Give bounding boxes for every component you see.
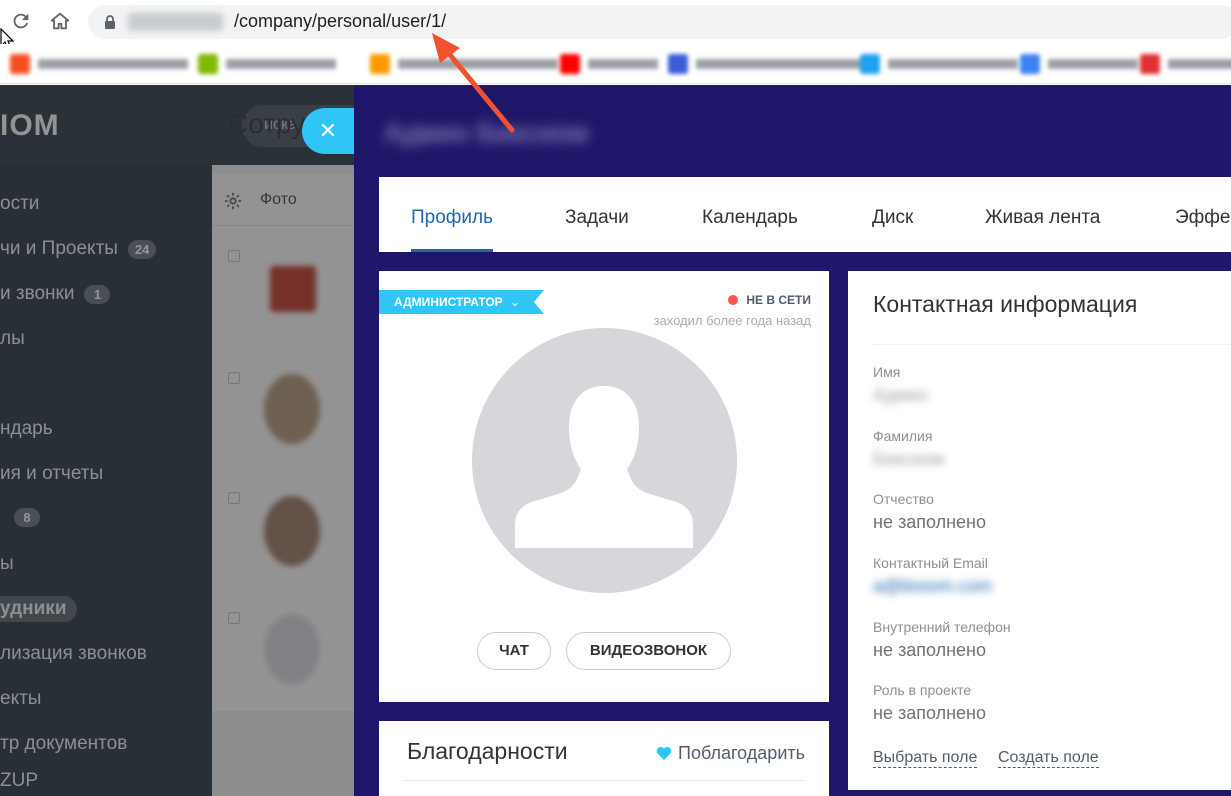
bookmark-label: Amazon Web Servic... — [398, 59, 558, 69]
bookmark-label: Bitrix24... — [1168, 59, 1231, 69]
divider — [404, 780, 804, 781]
url-host-blurred — [128, 13, 223, 31]
profile-tabs: Профиль Задачи Календарь Диск Живая лента Эфф… — [379, 177, 1231, 252]
create-field-link[interactable]: Создать поле — [998, 749, 1099, 768]
bookmark-favicon-icon — [860, 54, 880, 74]
contact-info-title: Контактная информация — [873, 291, 1138, 317]
contact-email-link[interactable]: a@bixiom.com — [873, 576, 992, 597]
close-slider-button[interactable]: ✕ — [302, 108, 354, 154]
bookmark-favicon-icon — [10, 54, 30, 74]
bookmark-label: YouTube — [588, 59, 658, 69]
thank-button-label: Поблагодарить — [678, 743, 805, 763]
contact-field-label: Роль в проекте — [873, 682, 972, 698]
bookmark-favicon-icon — [1020, 54, 1040, 74]
bookmarks-bar: Главная - Microsoft... Azure Cloud Shell A… — [0, 44, 1231, 84]
home-icon[interactable] — [49, 10, 71, 32]
bookmark-label: Bitrix24 — [1048, 59, 1138, 69]
divider — [873, 344, 1231, 345]
contact-field-value: Админ — [873, 385, 928, 405]
chat-button[interactable]: ЧАТ — [477, 632, 551, 670]
bookmark-item[interactable]: Freelance... — [668, 54, 866, 74]
chevron-down-icon: ⌄ — [510, 295, 521, 309]
profile-slider: Админ Биксиом Профиль Задачи Календарь Диск… — [354, 85, 1231, 796]
heart-icon — [656, 746, 672, 760]
status-dot-icon — [728, 295, 739, 305]
thank-button[interactable]: Поблагодарить — [656, 743, 805, 764]
contact-field-label: Отчество — [873, 491, 934, 507]
bookmark-item[interactable]: Live Stream... — [860, 54, 1018, 74]
contact-field-label: Контактный Email — [873, 555, 988, 571]
tab-3[interactable]: Диск — [872, 177, 913, 252]
tab-0[interactable]: Профиль — [411, 177, 494, 252]
bookmark-label: Live Stream... — [888, 59, 1018, 69]
thanks-title: Благодарности — [407, 738, 568, 764]
browser-address-bar: /company/personal/user/1/ — [0, 0, 1231, 50]
bookmark-label: Главная - Microsoft... — [38, 59, 188, 69]
profile-card: АДМИНИСТРАТОР ⌄ НЕ В СЕТИ заходил более … — [379, 271, 829, 702]
url-path: /company/personal/user/1/ — [234, 11, 447, 31]
contact-field-value: не заполнено — [873, 703, 986, 723]
tab-4[interactable]: Живая лента — [985, 177, 1100, 252]
avatar[interactable] — [472, 328, 737, 593]
contact-field-label: Имя — [873, 364, 901, 380]
bookmark-favicon-icon — [370, 54, 390, 74]
close-icon: ✕ — [318, 118, 338, 143]
bookmark-favicon-icon — [198, 54, 218, 74]
tab-5[interactable]: Эффе — [1175, 177, 1231, 252]
bookmark-item[interactable]: Azure Cloud Shell — [198, 54, 336, 74]
online-status: НЕ В СЕТИ — [728, 293, 811, 307]
role-label: АДМИНИСТРАТОР — [394, 295, 503, 309]
bookmark-item[interactable]: Bitrix24 — [1020, 54, 1138, 74]
bookmark-item[interactable]: YouTube — [560, 54, 658, 74]
url-field[interactable]: /company/personal/user/1/ — [88, 5, 1231, 39]
contact-field-label: Внутренний телефон — [873, 619, 1011, 635]
video-call-button[interactable]: ВИДЕОЗВОНОК — [566, 632, 731, 670]
contact-field-value: Биксиом — [873, 449, 945, 469]
user-silhouette-icon — [515, 386, 693, 548]
tab-2[interactable]: Календарь — [702, 177, 798, 252]
bookmark-item[interactable]: Amazon Web Servic... — [370, 54, 558, 74]
bookmark-item[interactable]: Bitrix24... — [1140, 54, 1231, 74]
select-field-link[interactable]: Выбрать поле — [873, 749, 978, 768]
bookmark-favicon-icon — [560, 54, 580, 74]
role-badge[interactable]: АДМИНИСТРАТОР ⌄ — [379, 290, 545, 314]
bookmark-favicon-icon — [1140, 54, 1160, 74]
user-name: Админ Биксиом — [384, 117, 589, 148]
last-seen: заходил более года назад — [653, 313, 811, 328]
contact-info-card: Контактная информация Имя Админ Фамилия Бик… — [848, 271, 1231, 790]
bookmark-favicon-icon — [668, 54, 688, 74]
bookmark-item[interactable]: Главная - Microsoft... — [10, 54, 188, 74]
contact-field-value: не заполнено — [873, 640, 986, 660]
contact-field-label: Фамилия — [873, 428, 933, 444]
status-label: НЕ В СЕТИ — [746, 293, 811, 307]
bookmark-label: Freelance... — [696, 59, 866, 69]
bookmark-label: Azure Cloud Shell — [226, 59, 336, 69]
lock-icon — [102, 14, 118, 30]
tab-1[interactable]: Задачи — [565, 177, 629, 252]
thanks-card: Благодарности Поблагодарить — [379, 721, 829, 796]
contact-field-value: не заполнено — [873, 512, 986, 532]
